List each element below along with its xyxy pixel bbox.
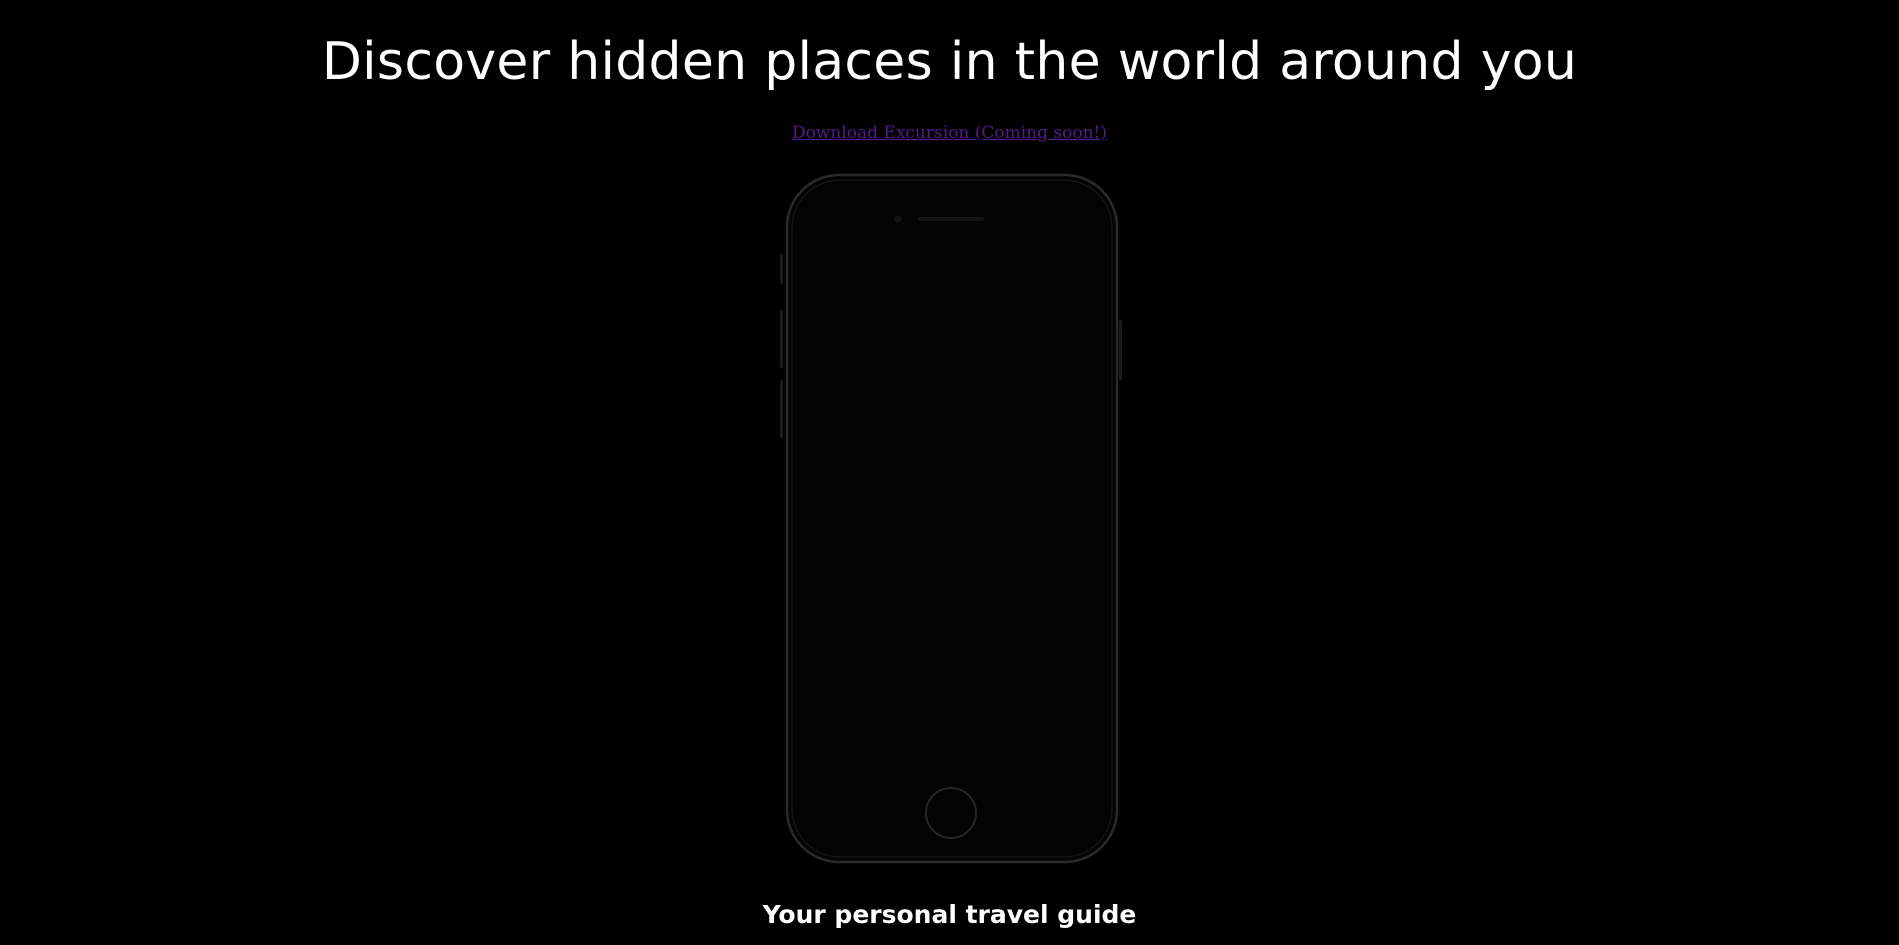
smartphone-icon [780, 173, 1122, 864]
download-excursion-link[interactable]: Download Excursion (Coming soon!) [792, 123, 1107, 143]
section-tagline: Your personal travel guide [762, 900, 1137, 929]
front-camera [894, 215, 902, 223]
download-link-container: Download Excursion (Coming soon!) [0, 122, 1899, 144]
page-headline: Discover hidden places in the world arou… [321, 32, 1578, 92]
volume-down-button [780, 380, 783, 438]
phone-mockup [776, 170, 1126, 870]
power-button [1119, 320, 1122, 380]
phone-body [785, 173, 1119, 864]
volume-up-button [780, 310, 783, 368]
earpiece-speaker [918, 217, 984, 221]
mute-switch [780, 254, 783, 284]
